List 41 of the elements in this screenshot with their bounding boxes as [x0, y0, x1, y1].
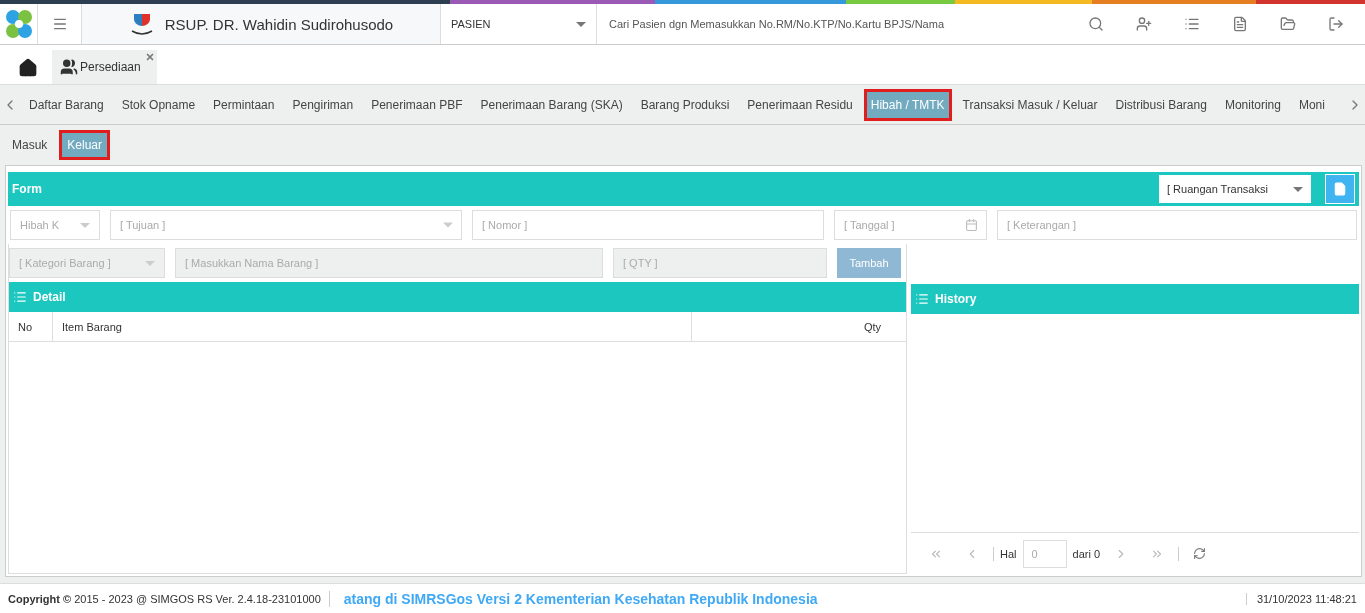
- room-select[interactable]: [ Ruangan Transaksi: [1159, 175, 1311, 203]
- page-label: Hal: [1000, 547, 1017, 560]
- marquee-text: atang di SIMRSGos Versi 2 Kementerian Kesehatan Republik Indonesia: [328, 590, 1238, 607]
- tanggal-field[interactable]: [ Tanggal ]: [834, 210, 987, 240]
- nav-tab[interactable]: Penerimaan PBF: [364, 88, 470, 121]
- nav-tab[interactable]: Transaksi Masuk / Keluar: [955, 88, 1105, 121]
- detail-title: Detail: [33, 290, 67, 304]
- list-icon: [915, 292, 929, 306]
- sub-tab[interactable]: Masuk: [4, 130, 56, 160]
- qty-field[interactable]: [ QTY ]: [613, 248, 827, 278]
- column-header: No: [9, 312, 53, 341]
- users-icon: [60, 58, 78, 76]
- nav-tab[interactable]: Permintaan: [206, 88, 282, 121]
- column-header: Item Barang: [53, 312, 692, 341]
- nav-tab[interactable]: Pengiriman: [285, 88, 361, 121]
- tujuan-field[interactable]: [ Tujuan ]: [110, 210, 462, 240]
- document-icon: [1333, 182, 1347, 196]
- nav-tab[interactable]: Distribusi Barang: [1108, 88, 1214, 121]
- nav-tab[interactable]: Moni: [1291, 88, 1332, 121]
- nav-tab[interactable]: Stok Opname: [114, 88, 203, 121]
- nomor-field[interactable]: [ Nomor ]: [472, 210, 824, 240]
- datetime-text: 31/10/2023 11:48:21: [1245, 592, 1357, 605]
- nav-tab[interactable]: Penerimaan Residu: [740, 88, 860, 121]
- app-logo: [4, 9, 33, 39]
- new-document-button[interactable]: [1325, 174, 1355, 204]
- nav-tab[interactable]: Monitoring: [1217, 88, 1288, 121]
- keterangan-field[interactable]: [ Keterangan ]: [997, 210, 1357, 240]
- history-title: History: [935, 292, 978, 306]
- nav-tab[interactable]: Barang Produksi: [633, 88, 737, 121]
- nav-tab[interactable]: Penerimaan Barang (SKA): [473, 88, 630, 121]
- copyright-text: Copyright © 2015 - 2023 @ SIMGOS RS Ver. 2.4.18-23101000: [8, 592, 321, 605]
- item-name-field[interactable]: [ Masukkan Nama Barang ]: [175, 248, 603, 278]
- calendar-icon[interactable]: [965, 218, 978, 232]
- list-icon: [13, 290, 27, 304]
- close-icon[interactable]: [144, 52, 155, 62]
- page-total: dari 0: [1072, 547, 1101, 560]
- nav-tab[interactable]: Daftar Barang: [22, 88, 111, 121]
- column-header: Qty: [862, 319, 882, 335]
- form-title: Form: [12, 182, 43, 196]
- open-tab[interactable]: Persediaan: [52, 50, 157, 84]
- hospital-name: RSUP. DR. Wahidin Sudirohusodo: [164, 15, 394, 33]
